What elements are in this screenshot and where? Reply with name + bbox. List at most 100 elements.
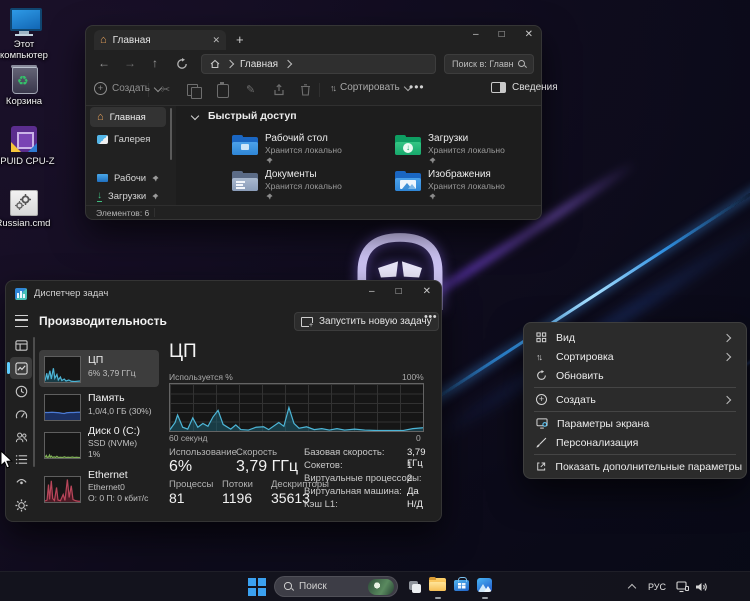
minimize-button[interactable]: –: [473, 29, 479, 40]
menu-item-view[interactable]: Вид: [528, 328, 742, 347]
share-icon[interactable]: [273, 84, 285, 96]
forward-icon[interactable]: →: [124, 56, 136, 70]
explorer-tab[interactable]: ⌂ Главная ✕: [94, 30, 226, 50]
rename-icon[interactable]: ✎: [246, 83, 255, 96]
breadcrumb-chevron-icon[interactable]: [284, 60, 292, 68]
close-button[interactable]: ✕: [525, 29, 533, 40]
sidebar-scrollbar[interactable]: [170, 108, 172, 160]
task-view-button[interactable]: [406, 578, 424, 596]
tm-more-icon[interactable]: •••: [424, 311, 437, 323]
sidebar-item-home[interactable]: ⌂ Главная: [90, 107, 166, 127]
menu-divider: [534, 411, 736, 412]
tm-rail-scrollbar[interactable]: [33, 337, 35, 467]
explorer-window-controls: – □ ✕: [473, 29, 533, 40]
tm-cpu-panel: ЦП Используется % 100% 60 секунд 0 Испол…: [164, 333, 438, 520]
language-indicator[interactable]: РУС: [648, 582, 666, 592]
tray-overflow-chevron[interactable]: [628, 584, 636, 592]
menu-item-display-settings[interactable]: Параметры экрана: [528, 414, 742, 433]
stat-speed-label: Скорость: [236, 447, 277, 458]
network-icon[interactable]: [676, 581, 689, 593]
tm-window-title: Диспетчер задач: [34, 288, 108, 299]
desktop: Этот компьютер ♻ Корзина CPUID CPU-Z Rus…: [0, 0, 750, 601]
delete-icon[interactable]: [300, 84, 311, 96]
taskbar-photos-button[interactable]: [476, 576, 494, 600]
card-sub: 6% 3,79 ГГц: [88, 368, 136, 378]
perf-card-ethernet[interactable]: Ethernet Ethernet0 О: 0 П: 0 кбит/с: [39, 467, 159, 513]
menu-item-new[interactable]: + Создать: [528, 390, 742, 409]
maximize-button[interactable]: □: [396, 286, 402, 297]
back-icon[interactable]: ←: [98, 56, 110, 70]
refresh-icon[interactable]: [176, 58, 188, 70]
paste-icon[interactable]: [217, 84, 229, 98]
stat-usage-value: 6%: [169, 458, 192, 476]
quick-access-item-documents[interactable]: Документы Хранится локально: [224, 168, 384, 202]
card-sub: 1,0/4,0 ГБ (30%): [88, 406, 152, 416]
processes-icon[interactable]: [15, 339, 28, 352]
volume-icon[interactable]: [695, 581, 708, 593]
cpu-z-icon: [11, 126, 37, 152]
settings-gear-icon[interactable]: [15, 499, 28, 512]
desktop-icon-recycle-bin[interactable]: ♻ Корзина: [0, 65, 56, 107]
graph-time-label: 60 секунд: [169, 433, 208, 443]
explorer-content: Быстрый доступ Рабочий стол Хранится лок…: [176, 106, 541, 205]
users-icon[interactable]: [15, 431, 28, 444]
hamburger-menu-icon[interactable]: [15, 315, 28, 327]
desktop-icon-this-pc[interactable]: Этот компьютер: [0, 8, 56, 61]
explorer-search-box[interactable]: Поиск в: Главн: [444, 54, 534, 74]
sidebar-item-gallery[interactable]: Галерея: [90, 129, 166, 149]
desktop-icon-cpu-z[interactable]: CPUID CPU-Z: [0, 126, 56, 167]
explorer-nav-bar: ← → ↑ Главная Поиск в: Главн: [86, 50, 541, 78]
stat-processes-label: Процессы: [169, 479, 213, 490]
display-settings-icon: [536, 418, 548, 429]
menu-item-refresh[interactable]: Обновить: [528, 366, 742, 385]
home-breadcrumb-icon[interactable]: [210, 59, 220, 69]
app-history-icon[interactable]: [15, 385, 28, 398]
start-button[interactable]: [248, 578, 266, 596]
quick-access-item-downloads[interactable]: ↓ Загрузки Хранится локально: [387, 132, 537, 166]
menu-item-show-more-options[interactable]: Показать дополнительные параметры: [528, 457, 742, 476]
new-tab-button[interactable]: +: [236, 32, 244, 47]
perf-card-disk[interactable]: Диск 0 (C:) SSD (NVMe) 1%: [39, 423, 159, 467]
quick-access-item-pictures[interactable]: Изображения Хранится локально: [387, 168, 537, 202]
taskbar-store-button[interactable]: [453, 576, 471, 600]
sidebar-item-desktop[interactable]: Рабочий сто: [90, 169, 166, 187]
menu-item-sort[interactable]: ↑↓ Сортировка: [528, 347, 742, 366]
taskbar-search[interactable]: Поиск: [274, 576, 398, 597]
cut-icon[interactable]: ✂: [161, 83, 170, 96]
close-button[interactable]: ✕: [423, 286, 431, 297]
tab-close-icon[interactable]: ✕: [212, 35, 220, 46]
perf-card-cpu[interactable]: ЦП 6% 3,79 ГГц: [39, 350, 159, 387]
details-toggle-button[interactable]: Сведения: [491, 82, 558, 93]
menu-item-personalize[interactable]: Персонализация: [528, 433, 742, 452]
taskbar-explorer-button[interactable]: [429, 576, 447, 600]
minimize-button[interactable]: –: [369, 286, 375, 297]
search-input-text: Поиск в: Главн: [452, 59, 513, 69]
maximize-button[interactable]: □: [499, 29, 505, 40]
breadcrumb[interactable]: Главная: [240, 59, 278, 70]
details-icon[interactable]: [15, 453, 28, 466]
sort-button[interactable]: ↑↓ Сортировать: [330, 82, 411, 93]
item-name: Загрузки: [428, 133, 468, 144]
stat-threads-label: Потоки: [222, 479, 253, 490]
section-collapse-icon[interactable]: [191, 112, 199, 120]
performance-tab-selected[interactable]: [10, 357, 32, 379]
info-label: Базовая скорость:: [304, 447, 385, 458]
up-icon[interactable]: ↑: [152, 56, 158, 70]
create-button[interactable]: + Создать: [94, 82, 161, 95]
search-highlight-image[interactable]: [368, 579, 394, 595]
startup-apps-icon[interactable]: [15, 408, 28, 421]
pin-icon: [266, 157, 273, 164]
perf-card-memory[interactable]: Память 1,0/4,0 ГБ (30%): [39, 389, 159, 423]
more-options-icon[interactable]: •••: [409, 80, 425, 94]
services-icon[interactable]: [15, 474, 28, 487]
cmd-file-icon: [10, 190, 38, 216]
cpu-main-graph: [169, 383, 424, 432]
desktop-icon-russian-cmd[interactable]: Russian.cmd: [0, 190, 55, 229]
run-new-task-button[interactable]: + Запустить новую задачу: [294, 312, 439, 331]
quick-access-item-desktop[interactable]: Рабочий стол Хранится локально: [224, 132, 384, 166]
sidebar-item-downloads[interactable]: ↓ Загрузки: [90, 187, 166, 205]
info-value: Да: [407, 486, 419, 497]
section-title[interactable]: Быстрый доступ: [208, 110, 297, 122]
submenu-chevron-icon: [723, 352, 731, 360]
address-bar[interactable]: Главная: [201, 54, 436, 74]
